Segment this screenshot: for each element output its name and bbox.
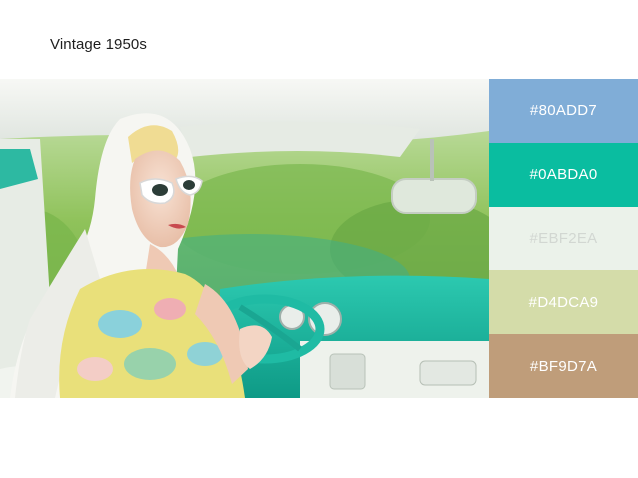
swatch-label: #0ABDA0 <box>529 166 598 184</box>
swatch-pale-olive: #D4DCA9 <box>489 270 638 335</box>
swatch-teal: #0ABDA0 <box>489 142 638 207</box>
swatch-label: #80ADD7 <box>529 102 598 120</box>
page-title: Vintage 1950s <box>50 36 147 53</box>
swatch-off-white: #EBF2EA <box>489 206 638 271</box>
color-palette: #80ADD7 #0ABDA0 #EBF2EA #D4DCA9 #BF9D7A <box>489 79 638 398</box>
swatch-label: #D4DCA9 <box>528 293 599 311</box>
swatch-label: #EBF2EA <box>529 229 598 247</box>
vintage-car-photo <box>0 79 489 398</box>
swatch-label: #BF9D7A <box>529 357 598 375</box>
swatch-blue: #80ADD7 <box>489 79 638 143</box>
swatch-tan: #BF9D7A <box>489 334 638 398</box>
